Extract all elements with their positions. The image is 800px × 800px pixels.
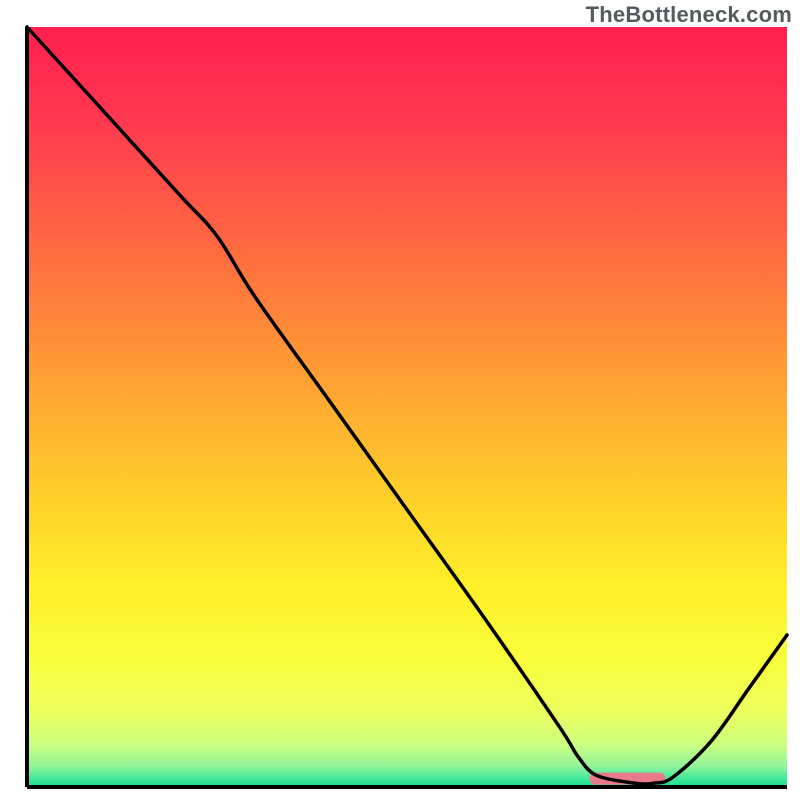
- bottleneck-chart: [0, 0, 800, 800]
- chart-container: TheBottleneck.com: [0, 0, 800, 800]
- plot-background: [27, 27, 787, 787]
